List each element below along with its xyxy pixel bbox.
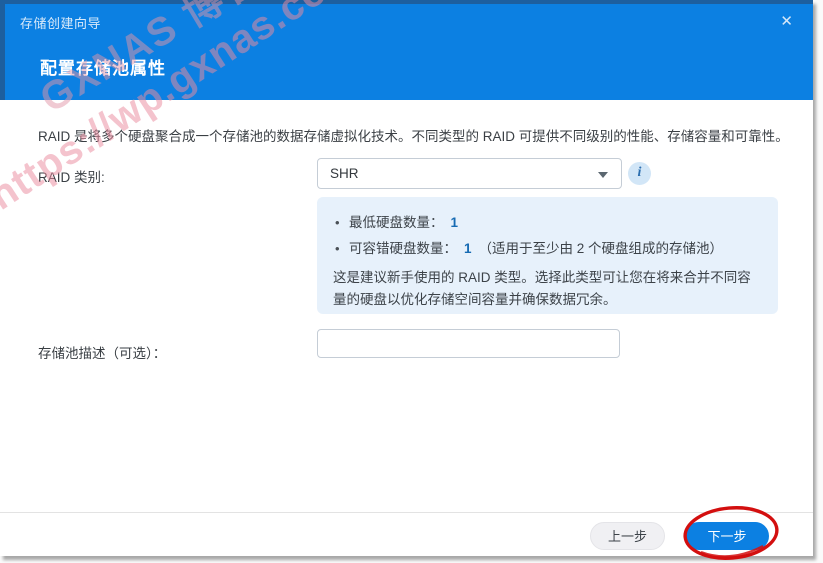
pool-description-label: 存储池描述（可选）： [38, 342, 166, 362]
back-button[interactable]: 上一步 [590, 522, 665, 550]
storage-wizard-dialog: 存储创建向导 ✕ 配置存储池属性 RAID 是将多个硬盘聚合成一个存储池的数据存… [0, 0, 813, 556]
list-item: 最低硬盘数量： 1 [333, 210, 762, 236]
next-button[interactable]: 下一步 [685, 522, 769, 550]
pool-description-input[interactable] [317, 329, 620, 358]
fault-tolerance-label: 可容错硬盘数量： [349, 241, 457, 256]
raid-info-list: 最低硬盘数量： 1 可容错硬盘数量： 1 （适用于至少由 2 个硬盘组成的存储池） [333, 210, 762, 262]
min-disk-value: 1 [451, 215, 459, 230]
raid-info-panel: 最低硬盘数量： 1 可容错硬盘数量： 1 （适用于至少由 2 个硬盘组成的存储池） 这… [317, 197, 778, 314]
raid-type-dropdown[interactable]: SHR [317, 158, 622, 189]
fault-tolerance-suffix: （适用于至少由 2 个硬盘组成的存储池） [479, 241, 724, 256]
raid-intro-text: RAID 是将多个硬盘聚合成一个存储池的数据存储虚拟化技术。不同类型的 RAID… [38, 127, 798, 147]
min-disk-label: 最低硬盘数量： [349, 215, 444, 230]
info-icon[interactable]: i [628, 162, 651, 185]
page-title: 配置存储池属性 [40, 54, 166, 79]
dialog-header: 存储创建向导 ✕ 配置存储池属性 [0, 0, 813, 100]
fault-tolerance-value: 1 [464, 241, 472, 256]
raid-recommendation-note: 这是建议新手使用的 RAID 类型。选择此类型可让您在将来合并不同容量的硬盘以优… [333, 267, 762, 311]
close-icon[interactable]: ✕ [780, 12, 793, 32]
list-item: 可容错硬盘数量： 1 （适用于至少由 2 个硬盘组成的存储池） [333, 236, 762, 262]
window-title: 存储创建向导 [20, 13, 101, 32]
raid-type-label: RAID 类别: [38, 166, 105, 186]
raid-type-selected-value: SHR [330, 166, 359, 181]
footer-divider [0, 512, 813, 513]
chevron-down-icon [598, 172, 608, 178]
